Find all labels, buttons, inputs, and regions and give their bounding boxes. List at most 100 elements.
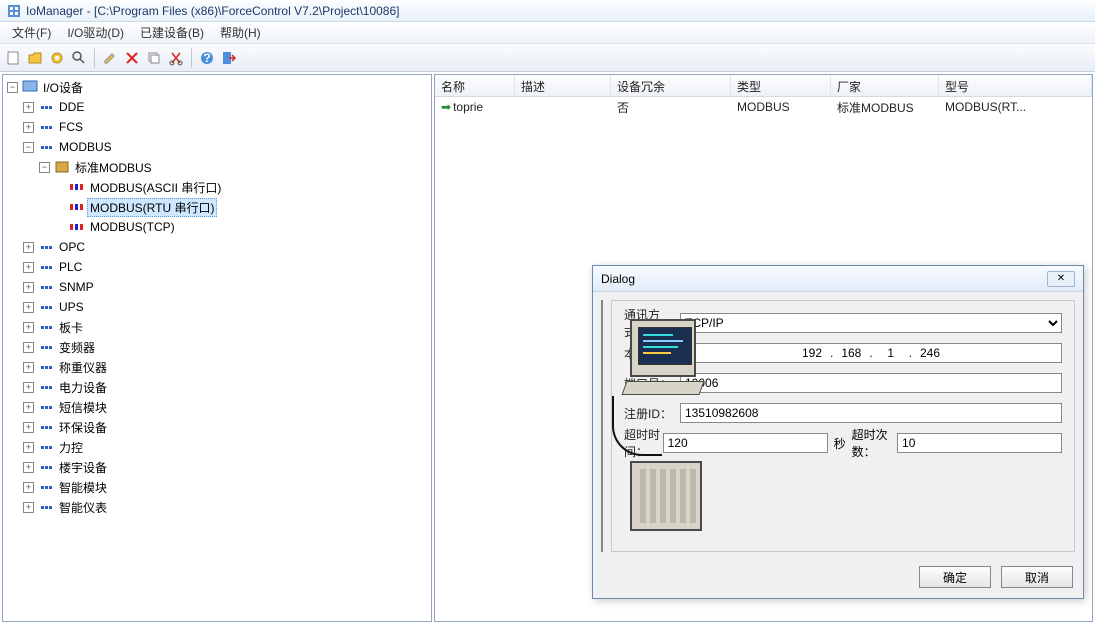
open-icon[interactable] <box>26 49 44 67</box>
tree-huanbao[interactable]: 环保设备 <box>56 418 110 437</box>
tree-expander[interactable]: + <box>23 502 34 513</box>
category-icon <box>38 120 54 134</box>
timeout-count-input[interactable] <box>897 433 1062 453</box>
tree-expander[interactable]: + <box>23 122 34 133</box>
th-vendor[interactable]: 厂家 <box>831 75 939 96</box>
tree-std-modbus[interactable]: 标准MODBUS <box>72 158 155 177</box>
tree-expander[interactable]: + <box>23 382 34 393</box>
category-icon <box>38 100 54 114</box>
tree-modbus-ascii[interactable]: MODBUS(ASCII 串行口) <box>87 178 224 197</box>
cut-icon[interactable] <box>167 49 185 67</box>
tree-expander[interactable]: + <box>23 242 34 253</box>
tree-expander[interactable]: − <box>23 142 34 153</box>
tree-root[interactable]: I/O设备 <box>40 78 86 97</box>
category-icon <box>38 420 54 434</box>
category-icon <box>38 140 54 154</box>
cell-redundancy: 否 <box>611 97 731 118</box>
menu-help[interactable]: 帮助(H) <box>212 22 269 43</box>
device-icon[interactable] <box>48 49 66 67</box>
tree-louyu[interactable]: 楼宇设备 <box>56 458 110 477</box>
tree-zhinengyibiao[interactable]: 智能仪表 <box>56 498 110 517</box>
cell-desc <box>515 105 611 109</box>
label-seconds: 秒 <box>834 435 846 452</box>
help-icon[interactable]: ? <box>198 49 216 67</box>
title-bar: IoManager - [C:\Program Files (x86)\Forc… <box>0 0 1095 22</box>
svg-text:?: ? <box>203 51 210 65</box>
tree-snmp[interactable]: SNMP <box>56 279 97 295</box>
tree-expander[interactable]: + <box>23 102 34 113</box>
th-type[interactable]: 类型 <box>731 75 831 96</box>
tree-banka[interactable]: 板卡 <box>56 318 86 337</box>
category-icon <box>38 280 54 294</box>
tree-expander[interactable]: + <box>23 262 34 273</box>
category-icon <box>38 240 54 254</box>
tree-modbus-tcp[interactable]: MODBUS(TCP) <box>87 219 178 235</box>
tree-expander[interactable]: + <box>23 302 34 313</box>
copy-icon[interactable] <box>145 49 163 67</box>
tree-expander[interactable]: + <box>23 282 34 293</box>
category-icon <box>38 480 54 494</box>
dialog: Dialog ✕ 通讯方式： TCP/I <box>592 265 1084 599</box>
tree-dianli[interactable]: 电力设备 <box>56 378 110 397</box>
ok-button[interactable]: 确定 <box>919 566 991 588</box>
tree-expander[interactable]: − <box>7 82 18 93</box>
menu-file[interactable]: 文件(F) <box>4 22 59 43</box>
separator <box>191 48 192 68</box>
local-ip-input[interactable]: . . . <box>680 343 1062 363</box>
th-desc[interactable]: 描述 <box>515 75 611 96</box>
menu-created-device[interactable]: 已建设备(B) <box>132 22 212 43</box>
tree-fcs[interactable]: FCS <box>56 119 86 135</box>
category-icon <box>38 340 54 354</box>
tree-zhinengmokuai[interactable]: 智能模块 <box>56 478 110 497</box>
dialog-title-text: Dialog <box>601 272 635 286</box>
th-name[interactable]: 名称 <box>435 75 515 96</box>
th-redundancy[interactable]: 设备冗余 <box>611 75 731 96</box>
tree-ups[interactable]: UPS <box>56 299 87 315</box>
timeout-input[interactable] <box>663 433 828 453</box>
tree-expander[interactable]: + <box>23 462 34 473</box>
reg-id-input[interactable] <box>680 403 1062 423</box>
tree-expander[interactable]: + <box>23 322 34 333</box>
exit-icon[interactable] <box>220 49 238 67</box>
tree-expander[interactable]: − <box>39 162 50 173</box>
th-model[interactable]: 型号 <box>939 75 1092 96</box>
tree-expander[interactable]: + <box>23 342 34 353</box>
close-icon[interactable]: ✕ <box>1047 271 1075 287</box>
tree-likong[interactable]: 力控 <box>56 438 86 457</box>
comm-method-select[interactable]: TCP/IP <box>680 313 1062 333</box>
tree-expander[interactable]: + <box>23 482 34 493</box>
ip-seg-2[interactable] <box>835 346 867 360</box>
ip-seg-1[interactable] <box>796 346 828 360</box>
window-title: IoManager - [C:\Program Files (x86)\Forc… <box>26 4 400 18</box>
ip-seg-4[interactable] <box>914 346 946 360</box>
ip-seg-3[interactable] <box>875 346 907 360</box>
driver-icon <box>69 220 85 234</box>
device-root-icon <box>22 80 38 94</box>
tree-bianpinqi[interactable]: 变频器 <box>56 338 98 357</box>
tree-chengzhong[interactable]: 称重仪器 <box>56 358 110 377</box>
dialog-titlebar[interactable]: Dialog ✕ <box>593 266 1083 292</box>
menu-io-driver[interactable]: I/O驱动(D) <box>59 22 132 43</box>
edit-icon[interactable] <box>101 49 119 67</box>
delete-icon[interactable] <box>123 49 141 67</box>
cancel-button[interactable]: 取消 <box>1001 566 1073 588</box>
category-icon <box>38 360 54 374</box>
cell-type: MODBUS <box>731 98 831 116</box>
toolbar: ? <box>0 44 1095 72</box>
table-row[interactable]: ➡toprie 否 MODBUS 标准MODBUS MODBUS(RT... <box>435 97 1092 117</box>
tree-modbus[interactable]: MODBUS <box>56 139 115 155</box>
tree-plc[interactable]: PLC <box>56 259 85 275</box>
tree-expander[interactable]: + <box>23 402 34 413</box>
search-icon[interactable] <box>70 49 88 67</box>
app-icon <box>6 3 22 19</box>
port-input[interactable] <box>680 373 1062 393</box>
tree-dde[interactable]: DDE <box>56 99 87 115</box>
tree-modbus-rtu[interactable]: MODBUS(RTU 串行口) <box>87 198 217 217</box>
tree-expander[interactable]: + <box>23 362 34 373</box>
tree-opc[interactable]: OPC <box>56 239 88 255</box>
category-icon <box>38 260 54 274</box>
new-icon[interactable] <box>4 49 22 67</box>
tree-expander[interactable]: + <box>23 422 34 433</box>
tree-expander[interactable]: + <box>23 442 34 453</box>
tree-duanxin[interactable]: 短信模块 <box>56 398 110 417</box>
